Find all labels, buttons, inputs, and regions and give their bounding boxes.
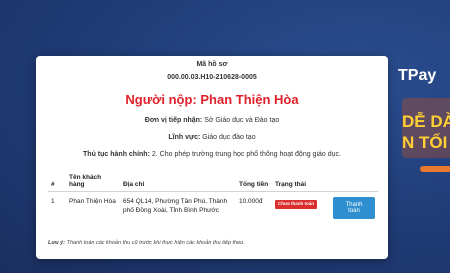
note-label: Lưu ý:	[48, 240, 66, 246]
table-row: 1 Phan Thiện Hòa 654 QL14, Phường Tân Ph…	[48, 192, 378, 223]
col-total: Tổng tiền	[236, 172, 272, 192]
pay-button[interactable]: Thanh toán	[333, 197, 375, 219]
row-total: 10.000đ	[239, 198, 263, 205]
col-customer-name: Tên khách hàng	[66, 172, 120, 192]
field-value: Giáo dục đào tạo	[202, 134, 256, 141]
record-code: 000.00.03.H10-210628-0005	[167, 74, 257, 81]
row-status-cell: Chưa thanh toán	[272, 192, 330, 223]
record-code-label: Mã hồ sơ	[196, 61, 228, 68]
field-label: Lĩnh vực:	[168, 134, 201, 141]
payment-modal: Mã hồ sơ 000.00.03.H10-210628-0005 Người…	[36, 56, 388, 259]
field-row: Lĩnh vực: Giáo dục đào tạo	[36, 134, 388, 141]
procedure-row: Thủ tục hành chính: 2. Cho phép trường t…	[36, 151, 388, 158]
receiving-unit-value: Sở Giáo dục và Đào tạo	[204, 117, 280, 124]
col-status: Trạng thái	[272, 172, 330, 192]
payer-name: Người nộp: Phan Thiện Hòa	[125, 92, 299, 107]
promo-banner: TPay DỄ DÀ N TỐI Ư	[380, 58, 450, 208]
row-index: 1	[51, 198, 55, 205]
col-action	[330, 172, 378, 192]
col-address: Địa chỉ	[120, 172, 236, 192]
row-action-cell: Thanh toán	[330, 192, 378, 223]
receiving-unit-row: Đơn vị tiếp nhận: Sở Giáo dục và Đào tạo	[36, 117, 388, 124]
table-header-row: # Tên khách hàng Địa chỉ Tổng tiền Trạng…	[48, 172, 378, 192]
procedure-label: Thủ tục hành chính:	[83, 151, 150, 158]
receiving-unit-label: Đơn vị tiếp nhận:	[144, 117, 203, 124]
status-badge: Chưa thanh toán	[275, 200, 318, 209]
row-address: 654 QL14, Phường Tân Phú, Thành phố Đồng…	[123, 198, 228, 215]
banner-line-1: DỄ DÀ	[402, 112, 450, 131]
note: Lưu ý: Thanh toán các khoản thu cũ trước…	[48, 240, 245, 246]
row-customer-name: Phan Thiện Hòa	[69, 198, 116, 205]
banner-brand: TPay	[398, 67, 437, 84]
payment-table: # Tên khách hàng Địa chỉ Tổng tiền Trạng…	[48, 172, 378, 222]
banner-line-2: N TỐI Ư	[402, 133, 450, 152]
banner-stripe	[420, 166, 450, 172]
procedure-value: 2. Cho phép trường trung học phổ thông h…	[151, 151, 341, 158]
col-index: #	[48, 172, 66, 192]
note-text: Thanh toán các khoản thu cũ trước khi th…	[66, 240, 245, 246]
